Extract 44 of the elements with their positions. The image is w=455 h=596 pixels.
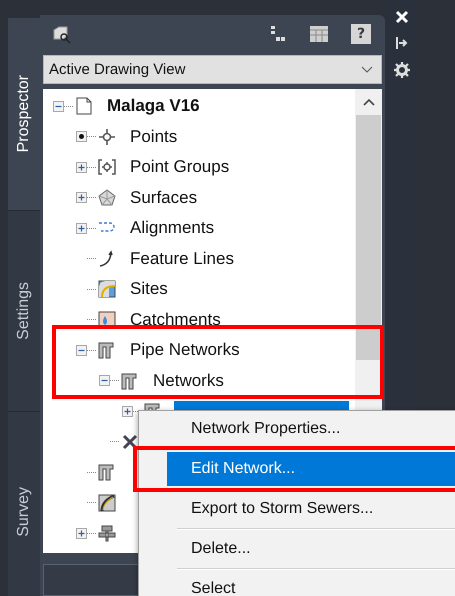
menu-item[interactable]: Export to Storm Sewers... (139, 492, 455, 526)
tree-item[interactable]: Pipe Networks (128, 340, 242, 360)
tree-item[interactable]: Surfaces (128, 188, 200, 208)
hierarchy-icon[interactable] (269, 25, 287, 43)
tree-item[interactable]: Networks (151, 370, 226, 391)
menu-item[interactable]: Select (139, 572, 455, 596)
expand-toggle[interactable] (76, 528, 87, 539)
collapse-toggle[interactable] (99, 375, 110, 386)
side-tab[interactable]: Prospector (8, 18, 40, 211)
crosshair-icon (97, 126, 117, 147)
expand-toggle[interactable] (76, 192, 87, 204)
table-icon[interactable] (309, 25, 329, 43)
tree-item[interactable]: Feature Lines (128, 248, 236, 269)
collapse-toggle[interactable] (53, 100, 64, 112)
tree-item[interactable]: Point Groups (128, 157, 232, 178)
pentagon-icon (97, 188, 117, 208)
expand-toggle[interactable] (122, 406, 133, 417)
side-tab[interactable]: Survey (8, 412, 40, 596)
close-icon[interactable] (395, 10, 409, 24)
chevron-down-icon (361, 66, 373, 74)
assembly-icon (97, 523, 117, 544)
menu-item[interactable]: Network Properties... (139, 412, 455, 446)
tree-item[interactable]: Sites (128, 279, 170, 300)
road-icon (97, 492, 117, 513)
dock-arrow-icon[interactable] (395, 36, 409, 50)
settings-icon[interactable] (394, 62, 410, 78)
zoom-object-icon[interactable] (52, 24, 72, 44)
tree-item[interactable]: Points (128, 126, 180, 147)
site-map-icon (97, 279, 117, 300)
bracketed-point-icon (97, 157, 117, 178)
document-icon (74, 96, 94, 116)
collapse-toggle[interactable] (76, 344, 87, 356)
node-toggle[interactable] (76, 131, 87, 142)
side-tab[interactable]: Settings (8, 211, 40, 412)
menu-item[interactable]: Delete... (139, 532, 455, 566)
tree-item[interactable]: Alignments (128, 218, 216, 238)
tree-item[interactable]: Malaga V16 (105, 96, 202, 116)
scroll-up-icon[interactable] (362, 98, 374, 106)
view-dropdown[interactable]: Active Drawing View (43, 55, 382, 84)
help-button[interactable]: ? (351, 24, 371, 44)
expand-toggle[interactable] (76, 222, 87, 234)
tree-item[interactable]: Catchments (128, 310, 223, 330)
expand-toggle[interactable] (76, 162, 87, 173)
menu-item[interactable]: Edit Network... (167, 452, 455, 486)
